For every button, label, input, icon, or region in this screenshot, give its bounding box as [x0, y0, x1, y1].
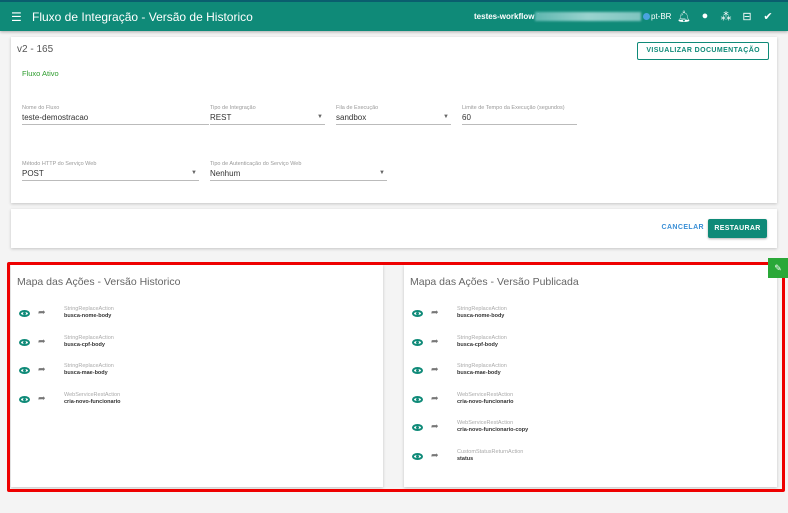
time-limit-field[interactable]: Limite de Tempo da Execução (segundos) 60 [462, 105, 577, 125]
app-header: ☰ Fluxo de Integração - Versão de Histor… [0, 0, 788, 31]
version-label: v2 - 165 [17, 44, 54, 55]
workspace-name[interactable]: testes-workflow / [474, 12, 539, 21]
exit-icon[interactable]: ⊟ [741, 10, 753, 23]
highlight-box [7, 262, 785, 492]
chevron-down-icon: ▼ [443, 114, 449, 120]
language-label: pt-BR [651, 12, 672, 21]
field-value: POST [22, 169, 44, 178]
chevron-down-icon: ▼ [191, 170, 197, 176]
bell-icon[interactable]: 🔔︎ [677, 10, 691, 23]
chevron-down-icon: ▼ [379, 170, 385, 176]
field-value: teste-demostracao [22, 113, 89, 122]
execution-queue-select[interactable]: Fila de Execução sandbox ▼ [336, 105, 451, 125]
restore-button[interactable]: RESTAURAR [708, 219, 767, 238]
check-circle-icon[interactable]: ✔ [762, 10, 774, 23]
field-label: Nome do Fluxo [22, 105, 60, 111]
flow-name-field[interactable]: Nome do Fluxo teste-demostracao [22, 105, 209, 125]
redacted-area [535, 12, 641, 21]
page-title: Fluxo de Integração - Versão de Historic… [32, 10, 253, 24]
cancel-button[interactable]: CANCELAR [662, 224, 704, 231]
field-value: REST [210, 113, 232, 122]
field-label: Tipo de Autenticação do Serviço Web [210, 161, 302, 167]
status-label: Fluxo Ativo [22, 69, 59, 78]
actions-card: CANCELAR RESTAURAR [11, 209, 777, 248]
field-label: Tipo de Integração [210, 105, 256, 111]
auth-type-select[interactable]: Tipo de Autenticação do Serviço Web Nenhu… [210, 161, 387, 181]
integration-type-select[interactable]: Tipo de Integração REST ▼ [210, 105, 325, 125]
field-label: Método HTTP do Serviço Web [22, 161, 97, 167]
field-value: sandbox [336, 113, 367, 122]
http-method-select[interactable]: Método HTTP do Serviço Web POST ▼ [22, 161, 199, 181]
clock-icon[interactable]: ● [699, 10, 711, 22]
users-icon[interactable]: ⁂ [720, 10, 732, 23]
chevron-down-icon: ▼ [317, 114, 323, 120]
globe-icon [643, 13, 650, 20]
field-label: Limite de Tempo da Execução (segundos) [462, 105, 565, 111]
view-documentation-button[interactable]: VISUALIZAR DOCUMENTAÇÃO [637, 42, 769, 60]
menu-icon[interactable]: ☰ [11, 11, 22, 23]
flow-details-card: v2 - 165 VISUALIZAR DOCUMENTAÇÃO Fluxo A… [11, 37, 777, 203]
field-label: Fila de Execução [336, 105, 379, 111]
feedback-tab[interactable]: ✎ [768, 258, 788, 278]
field-value: 60 [462, 113, 471, 122]
language-selector[interactable]: pt-BR [643, 12, 671, 21]
field-value: Nenhum [210, 169, 241, 178]
